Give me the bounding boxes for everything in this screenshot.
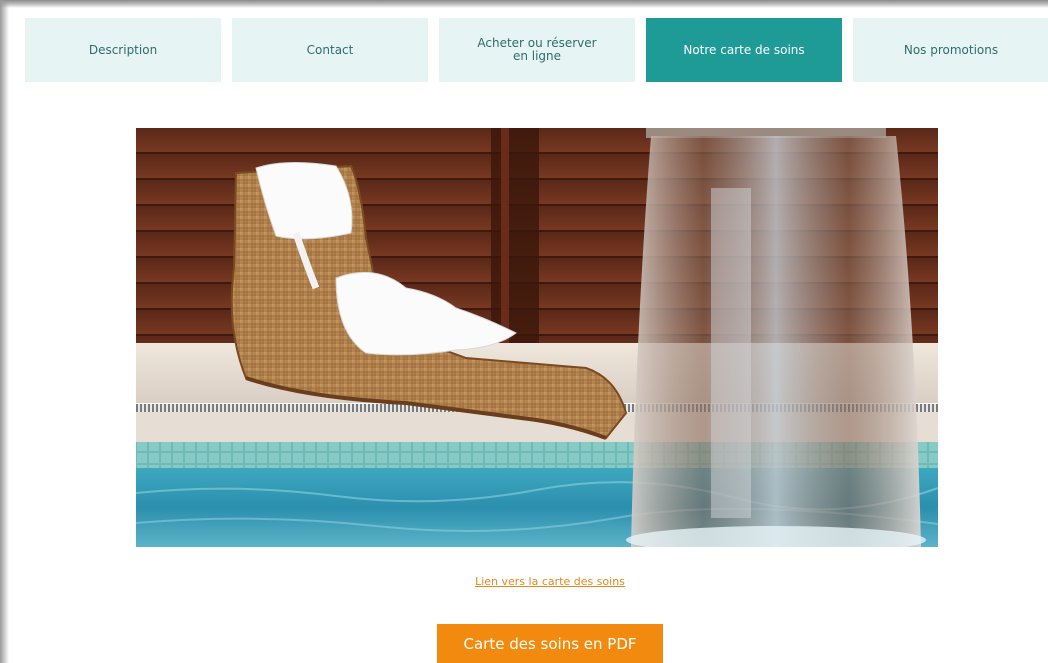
spa-pool-illustration [136,128,938,547]
tab-treatment-menu[interactable]: Notre carte de soins [646,18,842,82]
tab-bar: Description Contact Acheter ou réserver … [25,18,1048,82]
tab-label: Description [88,42,158,57]
tab-promotions[interactable]: Nos promotions [853,18,1048,82]
page-frame: Description Contact Acheter ou réserver … [0,0,1048,663]
tab-label: Acheter ou réserver en ligne [477,37,596,63]
tab-label: Notre carte de soins [683,42,805,57]
tab-label-line2: en ligne [512,49,562,63]
treatment-menu-pdf-button[interactable]: Carte des soins en PDF [437,624,663,663]
tab-description[interactable]: Description [25,18,221,82]
tab-label: Contact [306,42,354,57]
spa-hero-image [136,128,938,547]
tab-buy-or-book-online[interactable]: Acheter ou réserver en ligne [439,18,635,82]
treatment-menu-link[interactable]: Lien vers la carte des soins [0,575,1048,588]
tab-label: Nos promotions [903,42,999,57]
tab-contact[interactable]: Contact [232,18,428,82]
